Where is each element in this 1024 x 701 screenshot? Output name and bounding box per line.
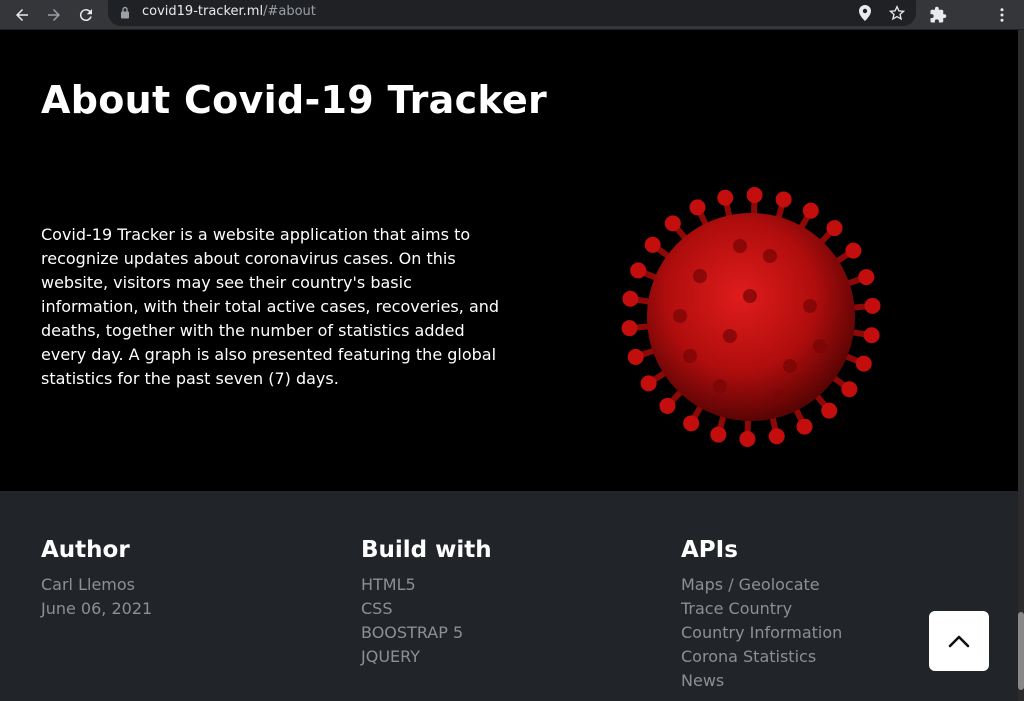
url-text: covid19-tracker.ml/#about <box>142 4 316 19</box>
forward-button[interactable] <box>42 3 66 27</box>
author-heading: Author <box>41 537 130 563</box>
arrow-left-icon <box>16 9 28 21</box>
location-icon[interactable] <box>856 4 874 22</box>
build-heading: Build with <box>361 537 492 563</box>
page-scrollbar-thumb[interactable] <box>1018 612 1024 690</box>
build-item-css: CSS <box>361 599 393 618</box>
about-description: Covid-19 Tracker is a website applicatio… <box>41 225 500 388</box>
scroll-to-top-button[interactable] <box>929 611 989 671</box>
build-item-jquery: JQUERY <box>361 647 420 666</box>
chevron-up-icon <box>948 635 970 648</box>
build-item-bootstrap: BOOSTRAP 5 <box>361 623 464 642</box>
build-column: Build with HTML5 CSS BOOSTRAP 5 JQUERY <box>361 537 492 669</box>
reload-button[interactable] <box>74 3 98 27</box>
puzzle-icon <box>930 6 947 23</box>
page-title: About Covid-19 Tracker <box>41 78 548 122</box>
author-name: Carl Llemos <box>41 575 135 594</box>
star-icon[interactable] <box>888 4 906 22</box>
build-item-html5: HTML5 <box>361 575 416 594</box>
page-scrollbar-track[interactable] <box>1018 30 1024 701</box>
apis-heading: APIs <box>681 537 738 563</box>
author-date: June 06, 2021 <box>41 599 153 618</box>
api-item-corona-statistics: Corona Statistics <box>681 647 817 666</box>
url-host: covid19-tracker.ml <box>142 4 264 19</box>
about-section: About Covid-19 Tracker Covid-19 Tracker … <box>0 30 1024 491</box>
back-button[interactable] <box>10 3 34 27</box>
api-item-news: News <box>681 671 725 690</box>
browser-toolbar: covid19-tracker.ml/#about <box>0 0 1024 30</box>
coronavirus-icon <box>621 187 881 447</box>
extensions-button[interactable] <box>926 3 950 27</box>
arrow-right-icon <box>48 9 60 21</box>
apis-column: APIs Maps / Geolocate Trace Country Coun… <box>681 537 842 693</box>
url-path: /#about <box>263 4 316 19</box>
reload-icon <box>79 9 92 22</box>
api-item-country-information: Country Information <box>681 623 843 642</box>
more-vert-icon <box>1000 8 1004 22</box>
api-item-trace-country: Trace Country <box>681 599 793 618</box>
address-bar[interactable]: covid19-tracker.ml/#about <box>108 0 916 26</box>
author-column: Author Carl Llemos June 06, 2021 <box>41 537 152 621</box>
lock-icon <box>121 6 129 19</box>
browser-menu-button[interactable] <box>990 3 1014 27</box>
api-item-maps: Maps / Geolocate <box>681 575 820 594</box>
footer: Author Carl Llemos June 06, 2021 Build w… <box>0 491 1018 701</box>
